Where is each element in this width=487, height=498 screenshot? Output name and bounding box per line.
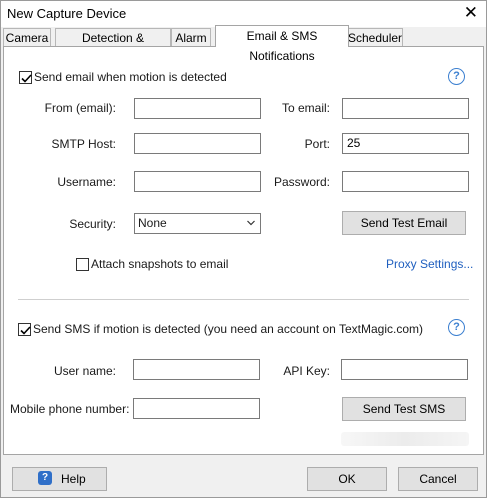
- to-email-field[interactable]: [342, 98, 469, 119]
- username-field[interactable]: [134, 171, 261, 192]
- help-button-label: Help: [61, 472, 86, 486]
- section-divider: [18, 299, 469, 300]
- tab-camera[interactable]: Camera: [3, 28, 51, 46]
- email-enable-checkbox[interactable]: [19, 71, 32, 84]
- from-email-field[interactable]: [134, 98, 261, 119]
- password-field[interactable]: [342, 171, 469, 192]
- attach-snapshots-label: Attach snapshots to email: [91, 257, 229, 271]
- password-label: Password:: [273, 175, 330, 189]
- send-test-sms-button[interactable]: Send Test SMS: [342, 397, 466, 421]
- attach-snapshots-checkbox[interactable]: [76, 258, 89, 271]
- close-icon[interactable]: ✕: [464, 4, 478, 22]
- question-mark-circle-icon[interactable]: ?: [448, 68, 465, 85]
- proxy-settings-link[interactable]: Proxy Settings...: [386, 257, 473, 271]
- tab-scheduler[interactable]: Scheduler: [347, 28, 403, 46]
- mobile-phone-field[interactable]: [133, 398, 260, 419]
- check-icon: [20, 326, 31, 335]
- tab-detection-recording[interactable]: Detection & Recording: [55, 28, 171, 63]
- email-enable-label: Send email when motion is detected: [34, 70, 227, 84]
- tab-panel: Send email when motion is detected ? Fro…: [3, 46, 484, 455]
- security-select-value: None: [138, 216, 167, 230]
- api-key-label: API Key:: [283, 364, 330, 378]
- tab-alarm[interactable]: Alarm: [171, 28, 211, 46]
- title-bar: New Capture Device ✕: [1, 1, 486, 27]
- sms-enable-checkbox[interactable]: [18, 323, 31, 336]
- smtp-host-label: SMTP Host:: [51, 137, 116, 151]
- help-button[interactable]: ? Help: [12, 467, 107, 491]
- from-email-label: From (email):: [44, 101, 116, 115]
- sms-enable-label: Send SMS if motion is detected (you need…: [33, 322, 423, 336]
- smtp-host-field[interactable]: [134, 133, 261, 154]
- tab-email-sms-notifications[interactable]: Email & SMS Notifications: [215, 25, 349, 63]
- port-label: Port:: [304, 137, 330, 151]
- question-mark-icon: ?: [38, 471, 52, 485]
- chevron-down-icon: [247, 220, 255, 226]
- check-icon: [21, 74, 32, 83]
- to-email-label: To email:: [281, 101, 330, 115]
- sms-username-label: User name:: [53, 364, 116, 378]
- sms-username-field[interactable]: [133, 359, 260, 380]
- question-mark-circle-icon[interactable]: ?: [448, 319, 465, 336]
- mobile-phone-label: Mobile phone number:: [10, 402, 130, 416]
- ok-button[interactable]: OK: [307, 467, 387, 491]
- port-field[interactable]: 25: [342, 133, 469, 154]
- security-label: Security:: [69, 217, 116, 231]
- cancel-button[interactable]: Cancel: [398, 467, 478, 491]
- security-select[interactable]: None: [134, 213, 261, 234]
- send-test-email-button[interactable]: Send Test Email: [342, 211, 466, 235]
- dialog-window: New Capture Device ✕ Camera Detection & …: [0, 0, 487, 498]
- window-title: New Capture Device: [7, 6, 127, 21]
- api-key-field[interactable]: [341, 359, 468, 380]
- blurred-status-area: [341, 432, 469, 446]
- username-label: Username:: [57, 175, 116, 189]
